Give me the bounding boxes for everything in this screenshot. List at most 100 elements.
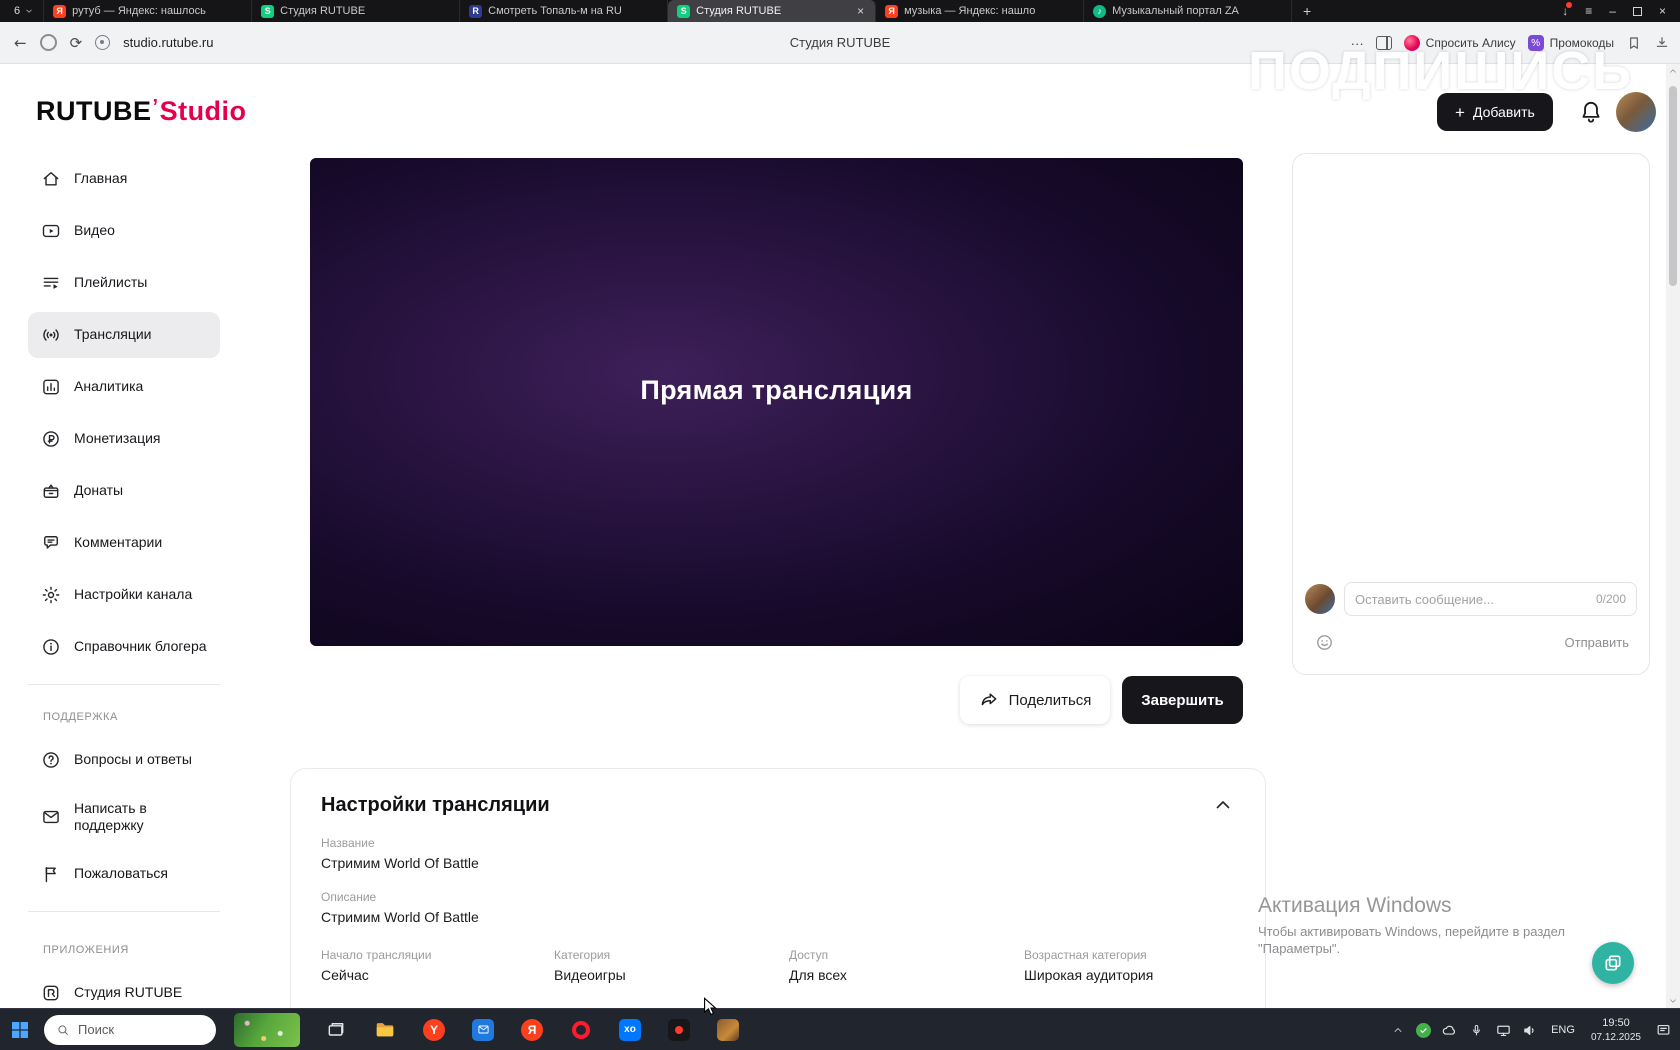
browser-tab[interactable]: ♪ Музыкальный портал ZA [1084, 0, 1293, 22]
back-icon[interactable]: ← [14, 34, 27, 52]
sidebar-item-analytics[interactable]: Аналитика [28, 364, 220, 410]
floating-widget-button[interactable] [1592, 942, 1634, 984]
sidebar-item-channel-settings[interactable]: Настройки канала [28, 572, 220, 618]
taskbar-apps: Y Я xo [324, 1018, 740, 1042]
field-label: Начало трансляции [321, 948, 432, 962]
cloud-icon[interactable] [1441, 1022, 1458, 1039]
finish-stream-button[interactable]: Завершить [1122, 676, 1243, 724]
field-value: Для всех [789, 967, 847, 983]
browser-menu-icon[interactable]: ≡ [1585, 4, 1592, 18]
field-value: Видеоигры [554, 967, 626, 983]
field-value: Стримим World Of Battle [321, 855, 479, 871]
widgets-weather-thumbnail[interactable] [234, 1012, 300, 1047]
scroll-down-icon[interactable] [1666, 994, 1680, 1008]
percent-icon: % [1527, 35, 1544, 51]
sidebar-item-faq[interactable]: Вопросы и ответы [28, 737, 220, 783]
tab-counter-button[interactable]: 6 [0, 0, 45, 22]
volume-icon[interactable] [1522, 1022, 1539, 1039]
task-view-icon[interactable] [324, 1018, 348, 1042]
taskbar-search-input[interactable] [78, 1022, 188, 1037]
downloads-icon[interactable]: ↓ [1562, 2, 1573, 18]
sidebar-item-blogger-guide[interactable]: Справочник блогера [28, 624, 220, 670]
game-app-icon[interactable] [716, 1018, 740, 1042]
refresh-icon[interactable]: ⟳ [70, 34, 83, 52]
sidebar-item-report[interactable]: Пожаловаться [28, 851, 220, 897]
chat-message-input[interactable] [1355, 591, 1590, 607]
chat-message-field[interactable]: 0/200 [1344, 582, 1637, 616]
notifications-bell-icon[interactable] [1578, 99, 1604, 125]
sidebar-item-comments[interactable]: Комментарии [28, 520, 220, 566]
window-maximize-button[interactable] [1632, 6, 1642, 16]
language-indicator[interactable]: ENG [1551, 1024, 1575, 1036]
browser-tab[interactable]: S Студия RUTUBE [252, 0, 461, 22]
window-close-button[interactable]: × [1659, 4, 1666, 18]
address-bar: ← ⟳ studio.rutube.ru Студия RUTUBE ··· С… [0, 22, 1680, 64]
field-label: Доступ [789, 948, 829, 962]
field-age-category: Возрастная категория Широкая аудитория [1024, 948, 1235, 983]
mail-app-icon[interactable] [471, 1018, 495, 1042]
donation-box-icon [41, 481, 61, 501]
sidebar-item-label: Трансляции [74, 326, 152, 343]
sidebar-item-studio-app[interactable]: Студия RUTUBE [28, 970, 220, 1008]
live-stream-title: Прямая трансляция [640, 374, 913, 405]
alice-extension-button[interactable]: Спросить Алису [1403, 35, 1516, 51]
collapse-chevron-up-icon[interactable] [1211, 793, 1235, 817]
browser-tab-active[interactable]: S Студия RUTUBE × [668, 0, 877, 22]
sidebar-item-donates[interactable]: Донаты [28, 468, 220, 514]
rutube-studio-favicon: S [261, 4, 275, 18]
field-label: Возрастная категория [1024, 948, 1147, 962]
scroll-up-icon[interactable] [1666, 64, 1680, 78]
site-settings-icon[interactable] [95, 35, 111, 50]
sidebar-item-label: Монетизация [74, 430, 161, 447]
scrollbar-thumb[interactable] [1669, 86, 1677, 286]
opera-browser-icon[interactable] [569, 1018, 593, 1042]
window-minimize-button[interactable]: – [1609, 4, 1616, 18]
sidebar-section-support: ПОДДЕРЖКА [43, 711, 118, 723]
antivirus-icon[interactable] [1416, 1022, 1432, 1038]
sidebar-item-video[interactable]: Видео [28, 208, 220, 254]
tab-close-icon[interactable]: × [855, 4, 866, 18]
browser-tab[interactable]: R Смотреть Топаль-м на RU [460, 0, 669, 22]
field-label: Описание [321, 890, 377, 904]
taskbar-clock[interactable]: 19:50 07.12.2025 [1591, 1016, 1641, 1043]
sidebar-item-write-support[interactable]: Написать в поддержку [28, 789, 220, 845]
url-text[interactable]: studio.rutube.ru [123, 35, 213, 50]
field-value: Сейчас [321, 967, 369, 983]
page-scrollbar[interactable] [1666, 64, 1680, 1008]
yandex-app-icon[interactable]: Я [520, 1018, 544, 1042]
start-button[interactable] [0, 1009, 40, 1050]
sidebar-item-broadcasts[interactable]: Трансляции [28, 312, 220, 358]
downloads-tray-icon[interactable] [1654, 35, 1670, 51]
file-explorer-icon[interactable] [373, 1018, 397, 1042]
promo-extension-button[interactable]: % Промокоды [1527, 35, 1614, 51]
add-button[interactable]: + Добавить [1437, 93, 1553, 131]
sidebar-toggle-icon[interactable] [1375, 36, 1392, 50]
browser-tab[interactable]: Я музыка — Яндекс: нашло [876, 0, 1085, 22]
sidebar-item-monetization[interactable]: Монетизация [28, 416, 220, 462]
yandex-browser-icon[interactable]: Y [422, 1018, 446, 1042]
bookmark-flag-icon[interactable] [1626, 35, 1642, 51]
network-icon[interactable] [1495, 1022, 1512, 1039]
sidebar-item-home[interactable]: Главная [28, 156, 220, 202]
comment-icon [41, 533, 61, 553]
time-label: 19:50 [1602, 1017, 1630, 1030]
share-button[interactable]: Поделиться [960, 676, 1110, 724]
browser-tab[interactable]: Я рутуб — Яндекс: нашлось [44, 0, 253, 22]
browser-logo-icon[interactable] [39, 34, 57, 51]
dark-app-icon[interactable] [667, 1018, 691, 1042]
browser-tab-bar: 6 Я рутуб — Яндекс: нашлось S Студия RUT… [0, 0, 1680, 22]
live-stream-player[interactable]: Прямая трансляция [310, 158, 1243, 646]
user-avatar[interactable] [1616, 92, 1656, 132]
new-tab-button[interactable]: + [1292, 0, 1322, 22]
action-center-icon[interactable] [1655, 1022, 1672, 1039]
sidebar-item-playlists[interactable]: Плейлисты [28, 260, 220, 306]
xo-app-icon[interactable]: xo [618, 1018, 642, 1042]
rutube-studio-logo[interactable]: RUTUBE’ Studio [36, 96, 247, 127]
more-icon[interactable]: ··· [1351, 36, 1364, 51]
tray-chevron-up-icon[interactable] [1389, 1022, 1406, 1039]
taskbar-search[interactable] [44, 1014, 216, 1045]
microphone-icon[interactable] [1468, 1022, 1485, 1039]
field-access: Доступ Для всех [789, 948, 1024, 983]
chat-send-button[interactable]: Отправить [1565, 635, 1629, 650]
emoji-icon[interactable] [1315, 633, 1334, 652]
